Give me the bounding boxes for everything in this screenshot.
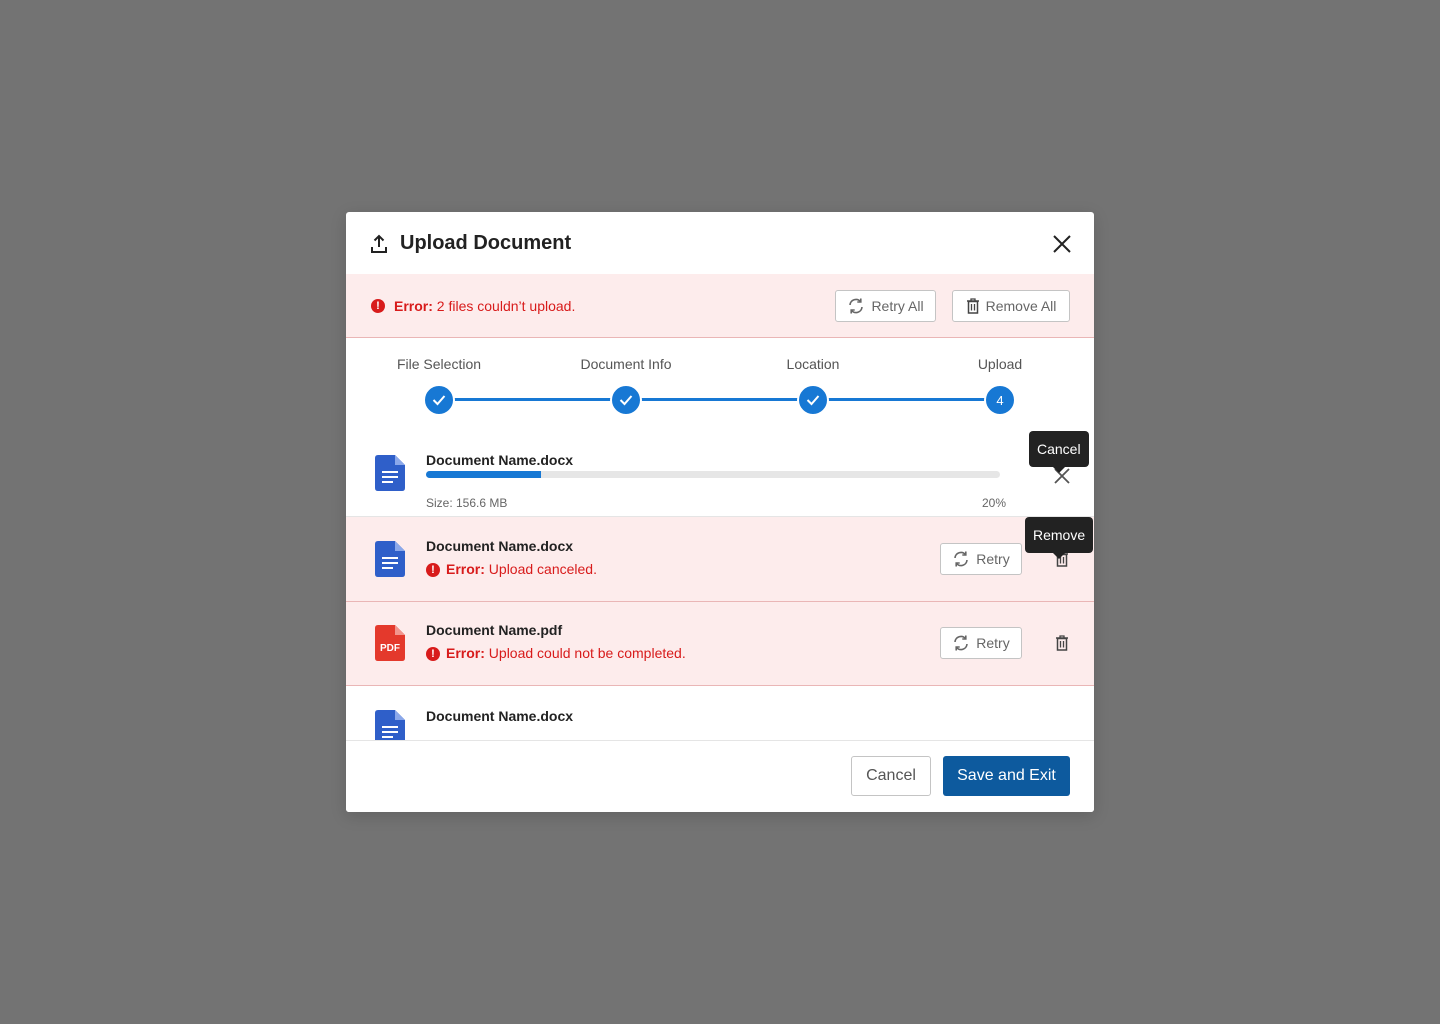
error-text: Upload could not be completed.: [484, 645, 686, 661]
refresh-icon: [954, 635, 969, 651]
remove-tooltip: Remove: [1025, 517, 1094, 559]
file-row-error: Document Name.docx ! Error: Upload cancel…: [346, 517, 1094, 602]
retry-button[interactable]: Retry: [940, 627, 1022, 659]
upload-icon: [371, 234, 387, 253]
file-row-queued: Document Name.docx: [346, 686, 1094, 740]
pdf-icon-text: PDF: [380, 643, 400, 654]
upload-progress-percent: 20%: [981, 496, 1006, 510]
upload-progress-fill: [426, 471, 541, 478]
step-label-location: Location: [786, 356, 840, 372]
retry-button[interactable]: Retry: [940, 543, 1022, 575]
pdf-file-icon: PDF: [375, 625, 405, 661]
retry-label: Retry: [976, 635, 1010, 651]
retry-label: Retry: [976, 551, 1010, 567]
docx-file-icon: [375, 710, 405, 740]
retry-all-label: Retry All: [871, 298, 924, 314]
step-current-number: 4: [984, 384, 1016, 416]
step-label-document-info: Document Info: [580, 356, 672, 372]
trash-icon[interactable]: [1055, 635, 1069, 651]
remove-all-label: Remove All: [985, 298, 1057, 314]
step-complete-check-icon: [797, 384, 829, 416]
step-complete-check-icon: [610, 384, 642, 416]
error-prefix: Error:: [446, 645, 485, 661]
docx-file-icon: [375, 541, 405, 577]
dialog-header: Upload Document: [346, 212, 1094, 274]
close-icon[interactable]: [1050, 232, 1074, 256]
error-banner-message: Error: 2 files couldn’t upload.: [394, 298, 575, 314]
docx-file-icon: [375, 455, 405, 491]
file-list: Document Name.docx Size: 156.6 MB 20% Do…: [346, 434, 1094, 740]
file-row-error: PDF Document Name.pdf ! Error: Upload cou…: [346, 602, 1094, 686]
file-name: Document Name.docx: [426, 452, 574, 468]
error-prefix: Error:: [446, 561, 485, 577]
progress-stepper: File Selection Document Info Location Up…: [346, 338, 1094, 434]
upload-progress-bar: [426, 471, 1000, 478]
error-icon: !: [426, 563, 440, 578]
upload-dialog: Upload Document ! Error: 2 files couldn’…: [346, 212, 1094, 812]
dialog-title: Upload Document: [400, 232, 572, 254]
file-name: Document Name.docx: [426, 708, 574, 724]
file-error-message: ! Error: Upload could not be completed.: [426, 645, 686, 662]
dialog-footer: Cancel Save and Exit: [346, 740, 1094, 812]
error-icon: !: [371, 299, 385, 313]
stepper-track: [439, 398, 1000, 401]
cancel-tooltip: Cancel: [1029, 431, 1089, 473]
refresh-icon: [954, 551, 969, 567]
cancel-button[interactable]: Cancel: [851, 756, 931, 796]
step-label-file-selection: File Selection: [396, 356, 482, 372]
error-text: Upload canceled.: [484, 561, 597, 577]
file-name: Document Name.pdf: [426, 622, 563, 638]
error-prefix: Error:: [394, 298, 433, 314]
file-name: Document Name.docx: [426, 538, 574, 554]
file-row-uploading: Document Name.docx Size: 156.6 MB 20%: [346, 434, 1094, 517]
save-and-exit-button[interactable]: Save and Exit: [943, 756, 1070, 796]
refresh-icon: [849, 298, 864, 314]
remove-all-button[interactable]: Remove All: [952, 290, 1070, 322]
error-icon: !: [426, 647, 440, 662]
step-label-upload: Upload: [977, 356, 1023, 372]
step-complete-check-icon: [423, 384, 455, 416]
retry-all-button[interactable]: Retry All: [835, 290, 936, 322]
error-banner: ! Error: 2 files couldn’t upload. Retry …: [346, 274, 1094, 338]
file-error-message: ! Error: Upload canceled.: [426, 561, 597, 578]
file-size: Size: 156.6 MB: [426, 496, 508, 510]
trash-icon: [966, 298, 979, 314]
error-text: 2 files couldn’t upload.: [432, 298, 576, 314]
